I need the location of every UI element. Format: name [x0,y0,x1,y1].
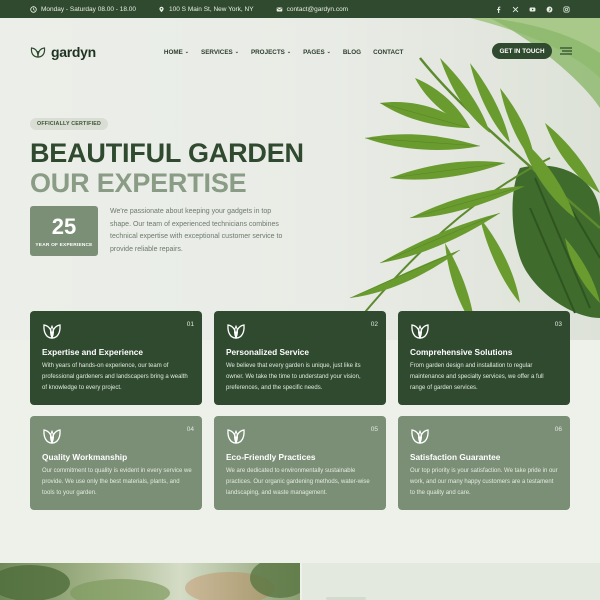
certified-badge: OFFICIALLY CERTIFIED [30,118,109,130]
leaf-logo-icon [30,47,46,58]
pinterest-icon[interactable] [546,6,553,13]
youtube-icon[interactable] [529,6,536,13]
nav-item-home[interactable]: HOME ⌄ [164,49,189,56]
chevron-down-icon: ⌄ [184,49,189,55]
chevron-down-icon: ⌄ [286,49,292,55]
opening-hours: Monday - Saturday 08.00 - 18.00 [30,6,136,13]
nav-item-label: SERVICES [201,48,233,56]
x-icon[interactable] [512,6,519,13]
nav-item-pages[interactable]: PAGES ⌄ [303,49,331,56]
get-in-touch-button[interactable]: GET IN TOUCH [492,43,552,59]
card-title: Expertise and Experience [42,347,143,357]
nav-item-blog[interactable]: BLOG [343,49,361,56]
card-text: Our top priority is your satisfaction. W… [410,468,558,496]
card-number: 04 [186,426,194,433]
card-number: 01 [186,321,194,328]
experience-label: YEAR OF EXPERIENCE [35,242,93,248]
card-number: 06 [554,426,562,433]
brand-name: gardyn [51,44,96,60]
feature-card[interactable]: 02 Personalized Service We believe that … [214,311,386,405]
nav-item-label: PROJECTS [250,48,285,56]
nav-item-label: PAGES [303,48,325,56]
card-number: 02 [370,321,378,328]
card-title: Satisfaction Guarantee [410,452,501,462]
menu-toggle-icon[interactable] [559,46,573,56]
bottom-panel [302,563,600,600]
brand-logo[interactable]: gardyn [30,44,96,60]
nav-menu: HOME ⌄ SERVICES ⌄ PROJECTS ⌄ PAGES ⌄ BLOG CO… [164,49,404,56]
address-info: 100 S Main St, New York, NY [158,6,254,13]
nav-item-projects[interactable]: PROJECTS ⌄ [251,49,291,56]
opening-hours-text: Monday - Saturday 08.00 - 18.00 [41,5,137,13]
feature-card[interactable]: 04 Quality Workmanship Our commitment to… [30,416,202,510]
facebook-icon[interactable] [495,6,502,13]
nav-item-label: BLOG [342,48,362,56]
address-text: 100 S Main St, New York, NY [169,5,254,13]
email-link[interactable]: contact@gardyn.com [287,6,349,13]
garden-photo-foliage [0,563,300,600]
card-title: Comprehensive Solutions [410,347,513,357]
nav-item-contact[interactable]: CONTACT [373,49,403,56]
feature-card[interactable]: 01 Expertise and Experience With years o… [30,311,202,405]
nav-item-label: CONTACT [373,48,404,56]
leaves-icon [411,429,429,444]
hero-description: We're passionate about keeping your gadg… [110,208,283,253]
nav-item-services[interactable]: SERVICES ⌄ [201,49,239,56]
email-info[interactable]: contact@gardyn.com [276,6,349,13]
card-title: Eco-Friendly Practices [226,452,316,462]
mail-icon [276,7,282,11]
palm-leaves-image [349,18,600,328]
hero-title-line2: OUR EXPERTISE [30,168,247,198]
instagram-icon[interactable] [563,5,570,13]
card-text: We are dedicated to environmentally sust… [226,468,370,496]
leaves-icon [227,324,245,339]
hero-title-line1: BEAUTIFUL GARDEN [30,138,304,168]
hero-section: gardyn HOME ⌄ SERVICES ⌄ PROJECTS ⌄ PAGES ⌄ … [0,18,600,340]
experience-years: 25 [51,213,77,239]
location-pin-icon [159,6,164,12]
feature-card[interactable]: 06 Satisfaction Guarantee Our top priori… [398,416,570,510]
card-number: 05 [370,426,378,433]
leaves-icon [411,324,429,339]
leaves-icon [227,429,245,444]
card-title: Quality Workmanship [42,452,128,462]
card-text: Our commitment to quality is evident in … [42,468,192,496]
clock-icon [30,5,37,13]
chevron-down-icon: ⌄ [326,49,331,55]
feature-card[interactable]: 05 Eco-Friendly Practices We are dedicat… [214,416,386,510]
card-number: 03 [554,321,562,328]
chevron-down-icon: ⌄ [234,49,239,55]
top-info-bar: Monday - Saturday 08.00 - 18.00 100 S Ma… [0,0,600,18]
main-navigation: gardyn HOME ⌄ SERVICES ⌄ PROJECTS ⌄ PAGES ⌄ … [30,42,575,62]
card-text: From garden design and installation to r… [410,363,544,391]
card-text: With years of hands-on experience, our t… [42,363,188,391]
card-text: We believe that every garden is unique, … [226,363,361,391]
leaves-icon [43,324,61,339]
feature-card[interactable]: 03 Comprehensive Solutions From garden d… [398,311,570,405]
experience-stat-box: 25 YEAR OF EXPERIENCE [30,206,98,256]
card-title: Personalized Service [226,347,310,357]
garden-photo [0,563,300,600]
social-links [495,5,570,13]
leaves-icon [43,429,61,444]
nav-item-label: HOME [163,48,183,56]
